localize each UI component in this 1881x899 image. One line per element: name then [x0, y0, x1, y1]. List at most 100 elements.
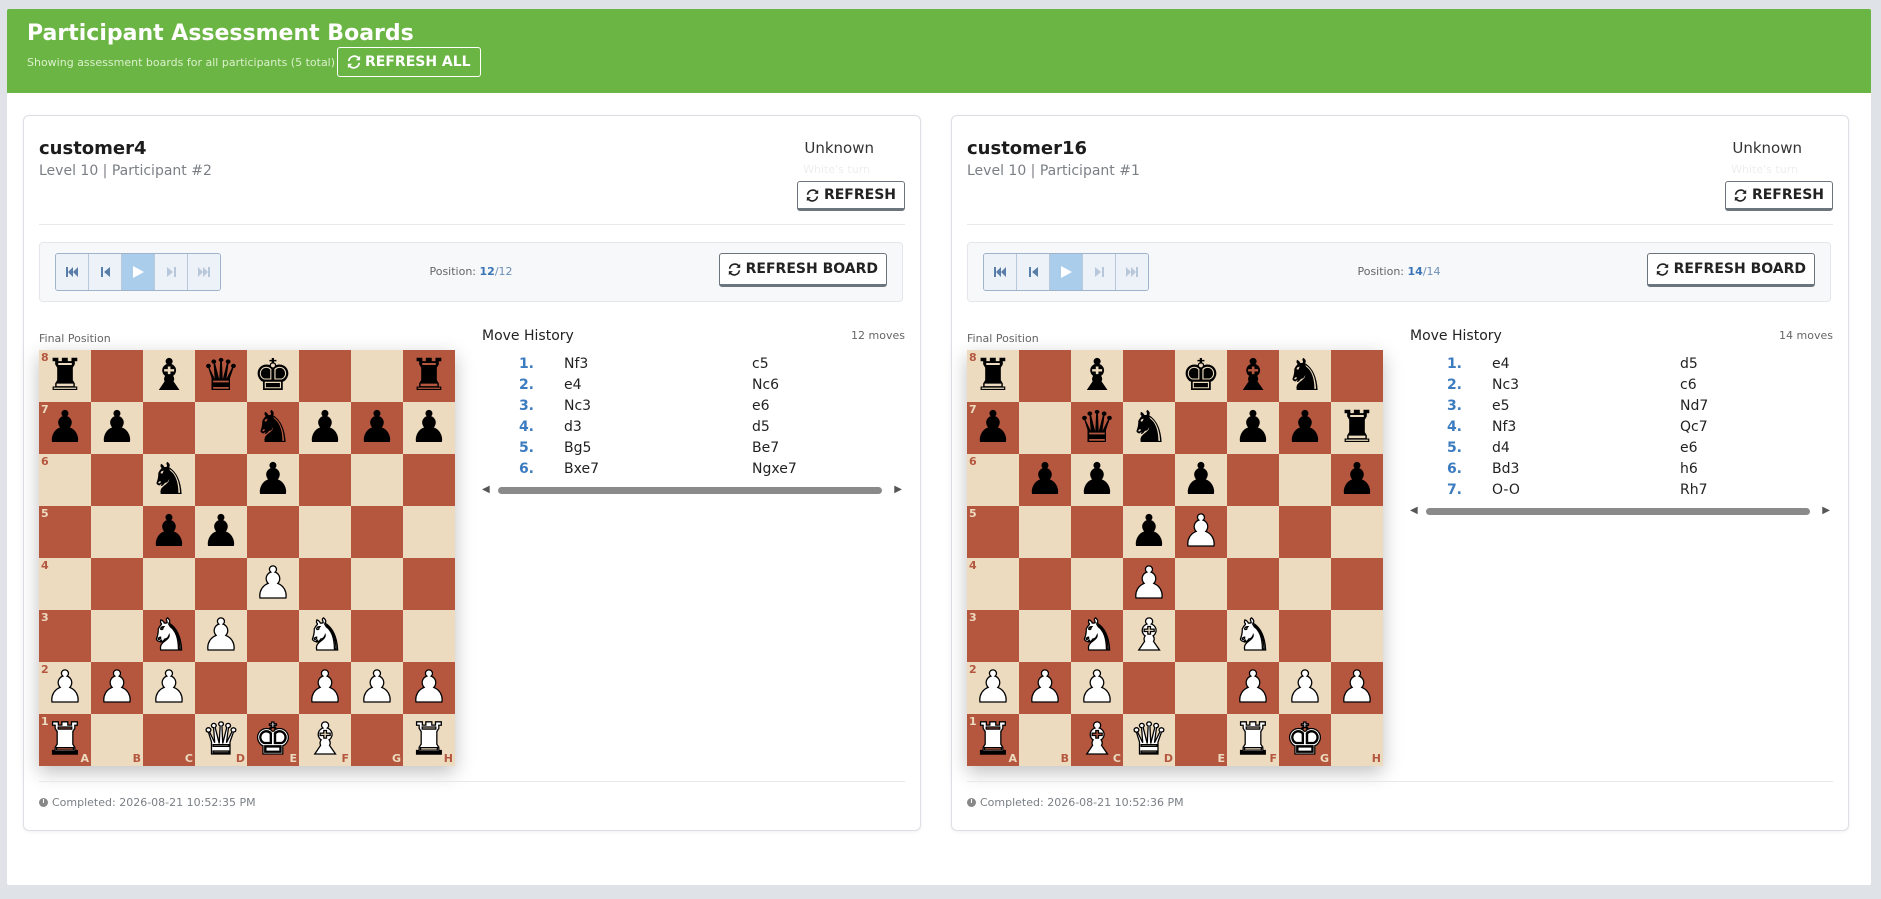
board-square[interactable]: ♞	[1227, 609, 1279, 662]
board-square[interactable]: ♞	[1071, 609, 1123, 662]
board-square[interactable]: 8 ♜	[967, 350, 1019, 402]
move-row[interactable]: 3. Nc3 e6	[489, 395, 889, 416]
scroll-left-icon[interactable]: ◀	[482, 483, 490, 497]
board-square[interactable]: ♟	[1227, 661, 1279, 714]
board-square[interactable]: ♞	[1279, 350, 1331, 402]
refresh-button[interactable]: REFRESH	[1724, 181, 1833, 211]
scrollbar-thumb[interactable]	[498, 487, 882, 494]
board-square[interactable]: 3	[39, 610, 91, 662]
refresh-button[interactable]: REFRESH	[796, 181, 905, 211]
board-square[interactable]: ♟	[351, 661, 403, 714]
move-row[interactable]: 5. Bg5 Be7	[489, 437, 889, 458]
board-square[interactable]: ♟	[195, 506, 247, 558]
board-square[interactable]: B	[1019, 714, 1071, 766]
board-square[interactable]: ♝	[1227, 350, 1279, 402]
board-square[interactable]: ♚	[247, 350, 299, 402]
board-square[interactable]: 6	[39, 454, 91, 506]
board-square[interactable]: ♟	[91, 661, 143, 714]
board-square[interactable]	[351, 610, 403, 662]
board-square[interactable]: 3	[967, 610, 1019, 662]
board-square[interactable]	[351, 454, 403, 506]
board-square[interactable]	[1175, 558, 1227, 610]
board-square[interactable]: ♛	[1071, 402, 1123, 454]
board-square[interactable]: ♜	[1331, 402, 1383, 454]
board-square[interactable]	[403, 506, 455, 558]
board-square[interactable]: C	[143, 714, 195, 766]
board-square[interactable]: E	[1175, 714, 1227, 766]
board-square[interactable]	[1175, 662, 1227, 714]
board-square[interactable]: F ♜	[1227, 713, 1279, 766]
board-square[interactable]	[1071, 558, 1123, 610]
board-square[interactable]: ♟	[91, 402, 143, 454]
refresh-all-button[interactable]: REFRESH ALL	[337, 47, 481, 77]
board-square[interactable]: ♟	[247, 557, 299, 610]
board-square[interactable]: ♟	[299, 661, 351, 714]
board-square[interactable]: D ♛	[1123, 713, 1175, 766]
board-square[interactable]: G	[351, 714, 403, 766]
move-row[interactable]: 4. Nf3 Qc7	[1417, 416, 1817, 437]
board-square[interactable]: ♟	[1071, 454, 1123, 506]
refresh-board-button[interactable]: REFRESH BOARD	[718, 253, 887, 287]
move-row[interactable]: 3. e5 Nd7	[1417, 395, 1817, 416]
board-square[interactable]: 4	[967, 558, 1019, 610]
board-square[interactable]	[1123, 350, 1175, 402]
board-square[interactable]: ♟	[1331, 454, 1383, 506]
board-square[interactable]: ♟	[1123, 557, 1175, 610]
board-square[interactable]: F ♝	[299, 713, 351, 766]
board-square[interactable]: ♟	[1019, 661, 1071, 714]
board-square[interactable]: ♟	[1123, 506, 1175, 558]
board-square[interactable]	[91, 506, 143, 558]
board-square[interactable]	[195, 558, 247, 610]
board-square[interactable]: H	[1331, 714, 1383, 766]
scroll-right-icon[interactable]: ▶	[1822, 504, 1830, 518]
board-square[interactable]	[91, 558, 143, 610]
board-square[interactable]	[351, 350, 403, 402]
board-square[interactable]	[299, 558, 351, 610]
board-square[interactable]	[91, 350, 143, 402]
board-square[interactable]	[247, 662, 299, 714]
board-square[interactable]	[247, 610, 299, 662]
scroll-right-icon[interactable]: ▶	[894, 483, 902, 497]
move-row[interactable]: 2. e4 Nc6	[489, 374, 889, 395]
board-square[interactable]: ♟	[1227, 402, 1279, 454]
board-square[interactable]: ♞	[247, 402, 299, 454]
move-list-scrollbar[interactable]: ◀ ▶	[482, 483, 902, 497]
board-square[interactable]: ♚	[1175, 350, 1227, 402]
board-square[interactable]: ♟	[1019, 454, 1071, 506]
board-square[interactable]: D ♛	[195, 713, 247, 766]
board-square[interactable]	[1227, 454, 1279, 506]
board-square[interactable]: C ♝	[1071, 713, 1123, 766]
move-list-scrollbar[interactable]: ◀ ▶	[1410, 504, 1830, 518]
board-square[interactable]	[1279, 558, 1331, 610]
board-square[interactable]: ♟	[195, 609, 247, 662]
board-square[interactable]: ♜	[403, 350, 455, 402]
move-row[interactable]: 2. Nc3 c6	[1417, 374, 1817, 395]
board-square[interactable]: ♟	[299, 402, 351, 454]
board-square[interactable]: ♟	[1279, 661, 1331, 714]
board-square[interactable]: 1 A ♜	[967, 713, 1019, 766]
board-square[interactable]: ♟	[403, 402, 455, 454]
board-square[interactable]	[299, 506, 351, 558]
board-square[interactable]	[91, 610, 143, 662]
move-row[interactable]: 7. O-O Rh7	[1417, 479, 1817, 500]
board-square[interactable]	[1331, 350, 1383, 402]
board-square[interactable]	[195, 402, 247, 454]
board-square[interactable]	[351, 558, 403, 610]
board-square[interactable]: ♞	[143, 609, 195, 662]
board-square[interactable]: ♟	[1331, 661, 1383, 714]
board-square[interactable]	[1123, 454, 1175, 506]
board-square[interactable]	[1279, 506, 1331, 558]
board-square[interactable]: ♟	[247, 454, 299, 506]
board-square[interactable]	[143, 402, 195, 454]
move-row[interactable]: 1. e4 d5	[1417, 353, 1817, 374]
board-square[interactable]	[1019, 506, 1071, 558]
board-square[interactable]: E ♚	[247, 713, 299, 766]
board-square[interactable]	[403, 558, 455, 610]
board-square[interactable]	[1279, 610, 1331, 662]
board-square[interactable]: 5	[967, 506, 1019, 558]
board-square[interactable]	[1331, 558, 1383, 610]
board-square[interactable]	[351, 506, 403, 558]
board-square[interactable]	[1019, 610, 1071, 662]
board-square[interactable]	[143, 558, 195, 610]
board-square[interactable]	[1019, 402, 1071, 454]
